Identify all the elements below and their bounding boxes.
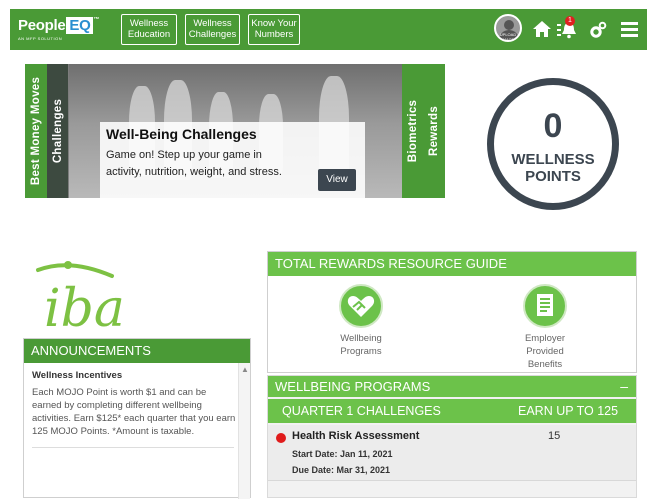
rewards-guide-panel: TOTAL REWARDS RESOURCE GUIDE Wellbeing P… (267, 251, 637, 373)
challenge-name[interactable]: Health Risk Assessment (292, 430, 419, 442)
announcements-header: ANNOUNCEMENTS (24, 339, 250, 363)
view-button[interactable]: View (318, 169, 356, 191)
tab-label: Rewards (428, 105, 440, 157)
wellbeing-programs-panel: WELLBEING PROGRAMS – QUARTER 1 CHALLENGE… (267, 375, 637, 498)
peopleeq-logo[interactable]: People EQ ™ AN MFP SOLUTION (18, 15, 102, 43)
points-label-line: WELLNESS (511, 151, 595, 168)
scroll-up-icon[interactable]: ▲ (241, 365, 249, 374)
iba-logo-text: iba (44, 279, 125, 334)
status-dot (276, 433, 286, 443)
avatar-upload-label: UPLOAD IMAGE (499, 32, 517, 42)
notification-badge: 1 (565, 16, 575, 26)
hero-title: Well-Being Challenges (106, 126, 257, 142)
challenge-row[interactable]: Health Risk Assessment 15 Start Date: Ja… (268, 425, 636, 481)
document-glyph (537, 294, 553, 316)
points-label: WELLNESS POINTS (494, 151, 612, 185)
wellbeing-programs-header[interactable]: WELLBEING PROGRAMS (268, 376, 636, 397)
tab-rewards[interactable]: Rewards (423, 64, 445, 198)
gear-icon[interactable] (589, 21, 607, 39)
announcements-panel: ANNOUNCEMENTS Wellness Incentives Each M… (23, 338, 251, 499)
announcement-body: Each MOJO Point is worth $1 and can be e… (32, 387, 236, 437)
tab-best-money-moves[interactable]: Best Money Moves (25, 64, 47, 198)
resource-employer-benefits[interactable]: Employer Provided Benefits (510, 284, 580, 371)
handshake-heart-icon (339, 284, 383, 328)
challenge-start-date: Start Date: Jan 11, 2021 (292, 449, 393, 459)
divider (32, 447, 234, 448)
logo-box: EQ (66, 17, 94, 34)
resource-label: Wellbeing Programs (340, 333, 382, 357)
resource-wellbeing-programs[interactable]: Wellbeing Programs (326, 284, 396, 358)
avatar-head (504, 20, 514, 30)
points-value: 0 (543, 107, 563, 145)
announcements-scrollbar[interactable]: ▲ (238, 363, 250, 499)
avatar[interactable]: UPLOAD IMAGE (494, 14, 522, 42)
home-icon[interactable] (532, 20, 552, 38)
nav-label: Wellness (129, 18, 169, 29)
hero-carousel: Best Money Moves Challenges Biometrics R… (25, 64, 445, 198)
collapse-toggle[interactable]: – (620, 376, 628, 397)
tab-label: Best Money Moves (30, 76, 42, 186)
nav-label: Numbers (254, 29, 294, 40)
challenge-due-date: Due Date: Mar 31, 2021 (292, 465, 391, 475)
wellness-points-ring[interactable]: 0 WELLNESS POINTS (487, 78, 619, 210)
nav-label: Know Your (251, 18, 297, 29)
hamburger-menu-icon[interactable] (621, 22, 638, 37)
iba-logo: iba (36, 261, 125, 334)
challenge-points: 15 (548, 430, 561, 442)
tab-label: Challenges (51, 98, 64, 164)
nav-label: Education (127, 29, 171, 40)
rewards-guide-header: TOTAL REWARDS RESOURCE GUIDE (268, 252, 636, 276)
resource-label: Employer Provided Benefits (524, 333, 566, 370)
points-label-line: POINTS (525, 168, 581, 185)
handshake-heart-glyph (347, 296, 375, 317)
hero-card: Well-Being Challenges Game on! Step up y… (100, 122, 365, 198)
tab-label: Biometrics (406, 99, 419, 163)
tab-biometrics[interactable]: Biometrics (402, 64, 423, 198)
quarter-earn: EARN UP TO 125 (518, 404, 619, 418)
top-bar: People EQ ™ AN MFP SOLUTION Wellness Educa… (0, 0, 647, 55)
nav-wellness-challenges[interactable]: Wellness Challenges (185, 14, 240, 45)
logo-subtitle: AN MFP SOLUTION (18, 36, 63, 41)
quarter-title: QUARTER 1 CHALLENGES (282, 404, 441, 418)
nav-label: Challenges (188, 29, 237, 40)
announcement-title: Wellness Incentives (32, 370, 123, 381)
quarter-challenges-bar: QUARTER 1 CHALLENGES EARN UP TO 125 (268, 399, 636, 423)
logo-tm: ™ (93, 17, 100, 23)
top-nav: People EQ ™ AN MFP SOLUTION Wellness Educa… (10, 9, 647, 50)
nav-wellness-education[interactable]: Wellness Education (121, 14, 177, 45)
logo-text: People (18, 17, 66, 34)
nav-label: Wellness (193, 18, 232, 29)
tab-challenges[interactable]: Challenges (47, 64, 68, 198)
document-icon (523, 284, 567, 328)
nav-know-your-numbers[interactable]: Know Your Numbers (248, 14, 300, 45)
hero-description: Game on! Step up your game in activity, … (106, 149, 282, 178)
